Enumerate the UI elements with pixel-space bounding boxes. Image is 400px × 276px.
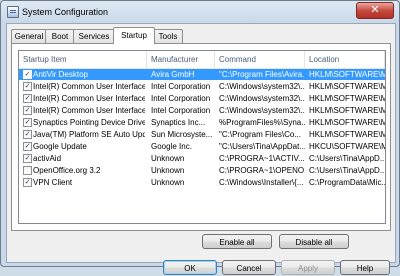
tab-general[interactable]: General <box>11 29 47 43</box>
title-bar[interactable]: System Configuration ✕ <box>1 1 399 22</box>
apply-button[interactable]: Apply <box>281 260 335 275</box>
check-icon: ✓ <box>24 95 31 102</box>
table-row[interactable]: OpenOffice.org 3.2 Unknown C:\PROGRA~1\OPE… <box>19 165 385 176</box>
tab-tools[interactable]: Tools <box>153 29 183 43</box>
table-row[interactable]: ✓ activAid Unknown C:\PROGRA~1\ACTIV... C:\U… <box>19 153 385 164</box>
startup-item-checkbox[interactable]: ✓ <box>23 106 32 115</box>
cell-location: C:\ProgramData\Mic... <box>309 178 385 187</box>
startup-item-checkbox[interactable]: ✓ <box>23 70 32 79</box>
cancel-button[interactable]: Cancel <box>222 260 276 275</box>
cell-item: Intel(R) Common User Interface <box>33 106 145 115</box>
cell-manufacturer: Sun Microsyste... <box>151 130 213 139</box>
cell-item: Google Update <box>33 142 87 151</box>
tab-startup[interactable]: Startup <box>113 27 155 44</box>
cell-location: C:\Users\Tina\AppD... <box>309 154 385 163</box>
cell-command: C:\PROGRA~1\OPENO... <box>219 166 305 175</box>
cell-manufacturer: Intel Corporation <box>151 94 211 103</box>
cell-command: C:\Windows\Installer\{... <box>219 178 304 187</box>
disable-all-button[interactable]: Disable all <box>279 234 349 249</box>
check-icon: ✓ <box>24 71 31 78</box>
check-icon: ✓ <box>24 143 31 150</box>
tab-services[interactable]: Services <box>73 29 115 43</box>
startup-item-checkbox[interactable] <box>23 166 32 175</box>
startup-item-checkbox[interactable]: ✓ <box>23 154 32 163</box>
cell-command: C:\Windows\system32\... <box>219 106 305 115</box>
startup-item-checkbox[interactable]: ✓ <box>23 178 32 187</box>
startup-items-table: Startup Item Manufacturer Command Locati… <box>18 50 386 224</box>
tab-boot[interactable]: Boot <box>45 29 75 43</box>
cell-item: Intel(R) Common User Interface <box>33 94 145 103</box>
cell-location: HKLM\SOFTWARE\M... <box>309 94 385 103</box>
startup-item-checkbox[interactable]: ✓ <box>23 94 32 103</box>
cell-manufacturer: Synaptics Inc... <box>151 118 206 127</box>
cell-location: HKLM\SOFTWARE\M... <box>309 106 385 115</box>
cell-item: Intel(R) Common User Interface <box>33 82 145 91</box>
close-button[interactable]: ✕ <box>356 2 394 19</box>
cell-command: C:\Windows\system32\... <box>219 82 305 91</box>
close-icon: ✕ <box>370 4 380 16</box>
cell-item: OpenOffice.org 3.2 <box>33 166 101 175</box>
check-icon: ✓ <box>24 155 31 162</box>
cell-item: VPN Client <box>33 178 73 187</box>
startup-item-checkbox[interactable]: ✓ <box>23 118 32 127</box>
system-configuration-window: System Configuration ✕ General Boot Serv… <box>0 0 400 275</box>
cell-command: C:\PROGRA~1\ACTIV... <box>219 154 305 163</box>
cell-item: AntiVir Desktop <box>33 70 88 79</box>
table-header: Startup Item Manufacturer Command Locati… <box>19 51 385 69</box>
cell-command: C:\Windows\system32\... <box>219 94 305 103</box>
enable-all-button[interactable]: Enable all <box>202 234 272 249</box>
column-command[interactable]: Command <box>215 51 305 68</box>
cell-location: C:\Users\Tina\AppD... <box>309 166 385 175</box>
check-icon: ✓ <box>24 83 31 90</box>
cell-manufacturer: Unknown <box>151 166 185 175</box>
column-startup-item[interactable]: Startup Item <box>19 51 147 68</box>
check-icon: ✓ <box>24 131 31 138</box>
column-manufacturer[interactable]: Manufacturer <box>147 51 215 68</box>
check-icon: ✓ <box>24 107 31 114</box>
cell-location: HKLM\SOFTWARE\M... <box>309 130 385 139</box>
cell-manufacturer: Intel Corporation <box>151 106 211 115</box>
cell-item: activAid <box>33 154 62 163</box>
cell-command: %ProgramFiles%\Syna... <box>219 118 305 127</box>
dialog-body: General Boot Services Startup Tools Star… <box>6 23 396 275</box>
cell-location: HKLM\SOFTWARE\M... <box>309 82 385 91</box>
cell-location: HKLM\SOFTWARE\M... <box>309 118 385 127</box>
startup-panel: Startup Item Manufacturer Command Locati… <box>11 43 391 231</box>
cell-location: HKLM\SOFTWARE\M... <box>309 70 385 79</box>
cell-manufacturer: Google Inc. <box>151 142 192 151</box>
table-row[interactable]: ✓ Intel(R) Common User Interface Intel Cor… <box>19 81 385 92</box>
cell-location: HKCU\SOFTWARE\M... <box>309 142 385 151</box>
column-location[interactable]: Location <box>305 51 385 68</box>
cell-item: Java(TM) Platform SE Auto Upd... <box>33 130 145 139</box>
cell-manufacturer: Intel Corporation <box>151 82 211 91</box>
cell-item: Synaptics Pointing Device Driver <box>33 118 145 127</box>
table-row[interactable]: ✓ Intel(R) Common User Interface Intel Cor… <box>19 105 385 116</box>
table-row[interactable]: ✓ Intel(R) Common User Interface Intel Cor… <box>19 93 385 104</box>
cell-command: "C:\Program Files\Co... <box>219 130 301 139</box>
window-title: System Configuration <box>22 7 109 17</box>
table-row[interactable]: ✓ Java(TM) Platform SE Auto Upd... Sun Mic… <box>19 129 385 140</box>
check-icon: ✓ <box>24 119 31 126</box>
system-config-icon <box>7 6 19 18</box>
ok-button[interactable]: OK <box>163 260 217 275</box>
table-row[interactable]: ✓ Synaptics Pointing Device Driver Synapti… <box>19 117 385 128</box>
table-row[interactable]: ✓ Google Update Google Inc. "C:\Users\Tina\… <box>19 141 385 152</box>
help-button[interactable]: Help <box>340 260 390 275</box>
startup-item-checkbox[interactable]: ✓ <box>23 142 32 151</box>
cell-manufacturer: Unknown <box>151 154 185 163</box>
cell-command: "C:\Users\Tina\AppDat... <box>219 142 305 151</box>
table-row[interactable]: ✓ VPN Client Unknown C:\Windows\Installer\{… <box>19 177 385 188</box>
check-icon: ✓ <box>24 179 31 186</box>
cell-manufacturer: Avira GmbH <box>151 70 195 79</box>
cell-command: "C:\Program Files\Avira... <box>219 70 305 79</box>
startup-item-checkbox[interactable]: ✓ <box>23 130 32 139</box>
cell-manufacturer: Unknown <box>151 178 185 187</box>
table-row[interactable]: ✓ AntiVir Desktop Avira GmbH "C:\Program Fi… <box>19 69 385 80</box>
startup-item-checkbox[interactable]: ✓ <box>23 82 32 91</box>
